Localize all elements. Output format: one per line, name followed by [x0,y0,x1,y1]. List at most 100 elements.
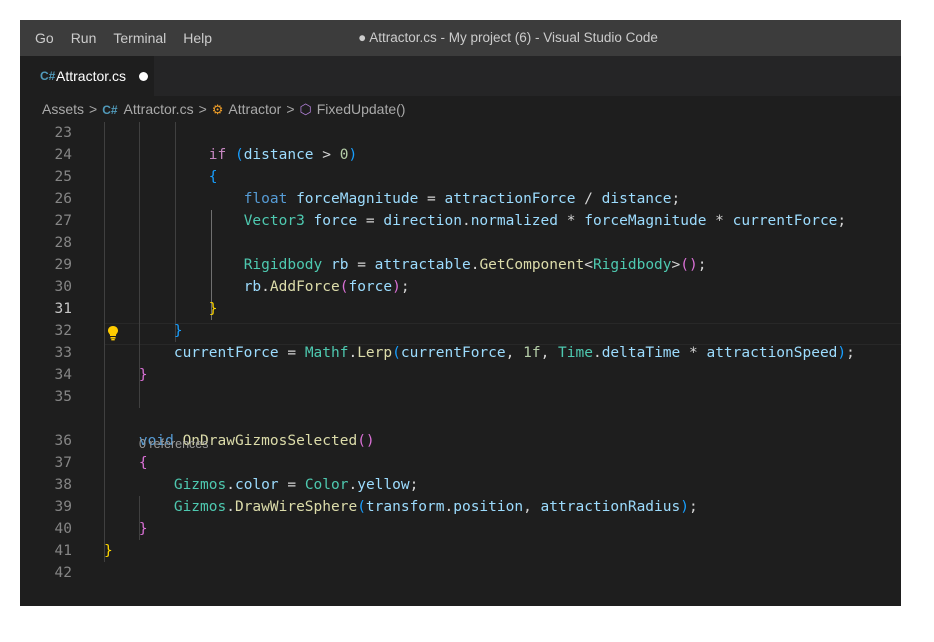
code-token: DrawWireSphere [234,499,358,515]
code-line[interactable]: 27 Vector3 force = direction.normalized … [20,210,901,232]
code-text: rb.AddForce(force); [104,276,410,298]
tab-label: Attractor.cs [56,68,127,84]
line-number: 38 [54,477,72,493]
code-line[interactable]: 34 } [20,364,901,386]
menu-go[interactable]: Go [20,30,62,46]
code-line[interactable]: 25 { [20,166,901,188]
chevron-right-icon: > [286,101,295,117]
code-token: . [226,477,235,493]
line-number: 39 [54,499,72,515]
line-number: 26 [54,191,72,207]
code-line[interactable]: 31 } [20,298,901,320]
codelens-references[interactable]: 0 references [139,434,208,454]
code-line[interactable]: 40 } [20,518,901,540]
code-token: Color [304,477,349,493]
code-token: > [313,147,340,163]
code-token: yellow [357,477,410,493]
code-token: Rigidbody [243,257,323,273]
code-line[interactable]: 29 Rigidbody rb = attractable.GetCompone… [20,254,901,276]
code-token: GetComponent [479,257,585,273]
code-token: Gizmos [173,477,227,493]
code-text: float forceMagnitude = attractionForce /… [104,188,681,210]
code-token: * [558,213,585,229]
tab-attractor-cs[interactable]: C# Attractor.cs [20,56,154,96]
code-token: / [575,191,602,207]
code-token: currentForce [173,345,279,361]
code-token: } [138,367,148,383]
menu-terminal[interactable]: Terminal [106,30,174,46]
line-number: 40 [54,521,72,537]
code-text: } [104,540,113,562]
code-token: AddForce [269,279,340,295]
code-line[interactable]: 26 float forceMagnitude = attractionForc… [20,188,901,210]
code-token: rb [331,257,349,273]
code-token: } [104,543,113,559]
method-icon: ⬡ [299,100,312,117]
code-token: forceMagnitude [584,213,707,229]
code-line[interactable]: 33 currentForce = Mathf.Lerp(currentForc… [20,342,901,364]
code-token: ; [846,345,855,361]
code-text: Vector3 force = direction.normalized * f… [104,210,846,232]
code-line[interactable]: 32 } [20,320,901,342]
line-number: 27 [54,213,72,229]
code-token: attractable [374,257,471,273]
line-number: 36 [54,433,72,449]
breadcrumb-class[interactable]: ⚙ Attractor [212,101,282,118]
breadcrumb-method[interactable]: ⬡ FixedUpdate() [300,101,406,118]
unsaved-dot-icon[interactable] [139,71,149,81]
code-token: OnDrawGizmosSelected [182,433,358,449]
code-token: = [278,345,305,361]
code-text: } [104,518,148,540]
breadcrumb-folder[interactable]: Assets [42,101,84,117]
code-token: Mathf [304,345,349,361]
code-token: ) [348,147,358,163]
line-number: 30 [54,279,72,295]
chevron-right-icon: > [89,101,98,117]
class-icon: ⚙ [211,101,224,117]
code-line[interactable]: 38 Gizmos.color = Color.yellow; [20,474,901,496]
code-token: attractionForce [444,191,576,207]
code-text: Gizmos.DrawWireSphere(transform.position… [104,496,698,518]
code-token: () [357,433,375,449]
line-number: 37 [54,455,72,471]
menu-help[interactable]: Help [176,30,220,46]
code-line[interactable]: 30 rb.AddForce(force); [20,276,901,298]
code-token: = [278,477,305,493]
code-text: Rigidbody rb = attractable.GetComponent<… [104,254,707,276]
menu-run[interactable]: Run [64,30,105,46]
code-text: { [104,166,218,188]
code-token: deltaTime [601,345,681,361]
code-line[interactable]: 24 if (distance > 0) [20,144,901,166]
code-token: forceMagnitude [296,191,419,207]
code-token: normalized [470,213,559,229]
code-line[interactable]: 37 { [20,452,901,474]
lightbulb-icon[interactable] [107,325,119,341]
code-token: Rigidbody [592,257,672,273]
code-line[interactable]: 41} [20,540,901,562]
code-line[interactable]: 35 [20,386,901,408]
code-line[interactable]: 23 [20,122,901,144]
code-text: } [104,298,218,320]
code-token: 1f [523,345,541,361]
code-token: float [243,191,288,207]
code-line[interactable]: 28 [20,232,901,254]
csharp-file-icon: C# [102,103,118,117]
code-editor[interactable]: 23 24 if (distance > 0) 25 {26 float force… [20,122,901,606]
code-line[interactable]: 42 [20,562,901,584]
line-number: 31 [54,301,72,317]
menu-bar: Go Run Terminal Help [20,20,222,56]
code-token: force [313,213,358,229]
code-line[interactable]: 39 Gizmos.DrawWireSphere(transform.posit… [20,496,901,518]
code-token: attractionSpeed [706,345,838,361]
code-token: position [453,499,524,515]
code-token: transform [365,499,445,515]
breadcrumb-file[interactable]: C# Attractor.cs [102,101,193,117]
